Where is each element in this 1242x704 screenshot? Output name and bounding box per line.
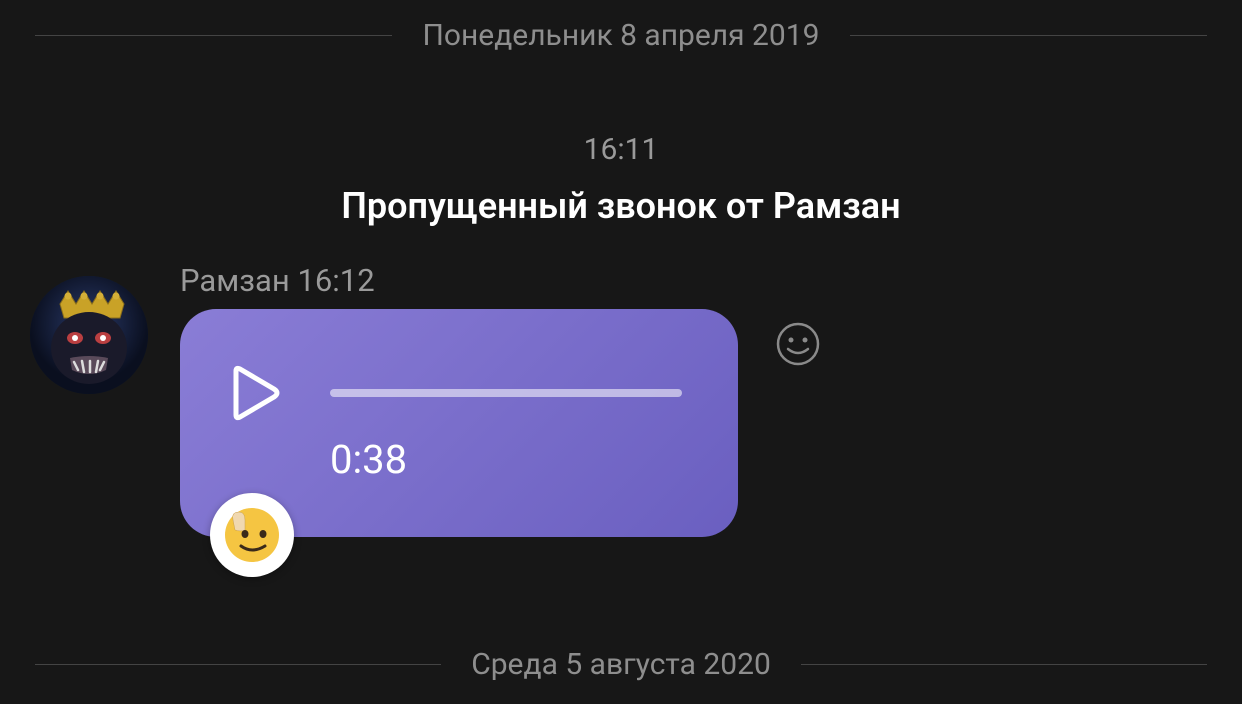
- message-row: Рамзан 16:12 0:38: [30, 262, 738, 537]
- voice-progress-bar[interactable]: [330, 389, 682, 397]
- play-button[interactable]: [226, 364, 284, 422]
- message-time: 16:12: [297, 262, 374, 299]
- missed-call-time: 16:11: [0, 132, 1242, 167]
- voice-message-bubble[interactable]: 0:38: [180, 309, 738, 537]
- divider-line: [35, 35, 392, 36]
- divider-line: [35, 664, 441, 665]
- add-reaction-button[interactable]: [776, 322, 820, 366]
- sender-avatar[interactable]: [30, 276, 148, 394]
- date-label: Среда 5 августа 2020: [441, 647, 801, 682]
- missed-call-text: Пропущенный звонок от Рамзан: [0, 185, 1242, 227]
- sender-line: Рамзан 16:12: [180, 262, 738, 299]
- divider-line: [801, 664, 1207, 665]
- divider-line: [850, 35, 1207, 36]
- message-content: Рамзан 16:12 0:38: [180, 262, 738, 537]
- date-separator-top: Понедельник 8 апреля 2019: [0, 18, 1242, 53]
- sender-name: Рамзан: [180, 262, 290, 299]
- voice-duration: 0:38: [330, 436, 692, 483]
- reaction-badge[interactable]: [210, 493, 294, 577]
- date-separator-bottom: Среда 5 августа 2020: [0, 647, 1242, 682]
- missed-call-notice: 16:11 Пропущенный звонок от Рамзан: [0, 132, 1242, 227]
- voice-controls-row: [226, 364, 692, 422]
- date-label: Понедельник 8 апреля 2019: [392, 18, 849, 53]
